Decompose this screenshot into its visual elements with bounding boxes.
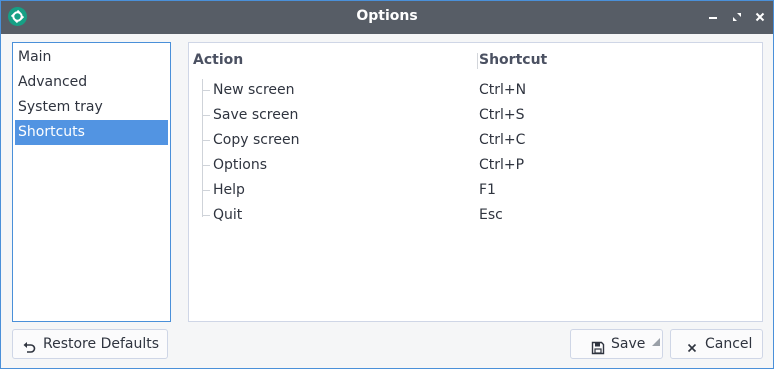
shortcut-action-options[interactable]: Options [213,154,267,176]
shortcut-key-save-screen[interactable]: Ctrl+S [479,104,525,126]
shortcut-action-new-screen[interactable]: New screen [213,79,295,101]
shortcut-key-quit[interactable]: Esc [479,204,503,226]
nav-item-shortcuts[interactable]: Shortcuts [15,120,168,145]
shortcut-key-options[interactable]: Ctrl+P [479,154,524,176]
cancel-label: Cancel [705,336,753,352]
shortcut-key-copy-screen[interactable]: Ctrl+C [479,129,525,151]
options-window: Options Main Advanced System tray Shortc… [0,0,774,369]
tree-branch-line [202,79,203,217]
nav-item-system-tray[interactable]: System tray [15,95,168,120]
tree-branch-tick [202,165,210,166]
column-header-shortcut[interactable]: Shortcut [479,52,547,68]
undo-arrow-icon [22,337,36,365]
floppy-disk-icon [591,337,605,365]
shortcut-key-new-screen[interactable]: Ctrl+N [479,79,526,101]
column-header-action[interactable]: Action [193,52,243,68]
tree-branch-tick [202,215,210,216]
restore-defaults-button[interactable]: Restore Defaults [12,329,168,359]
settings-nav-list: Main Advanced System tray Shortcuts [12,42,171,322]
shortcut-action-save-screen[interactable]: Save screen [213,104,298,126]
resize-grip-icon[interactable] [652,328,660,356]
minimize-icon[interactable] [703,7,723,27]
tree-branch-tick [202,140,210,141]
shortcut-action-help[interactable]: Help [213,179,245,201]
restore-defaults-label: Restore Defaults [43,336,160,352]
cancel-button[interactable]: Cancel [670,329,763,359]
shortcut-action-copy-screen[interactable]: Copy screen [213,129,300,151]
column-divider [477,53,478,69]
shortcut-key-help[interactable]: F1 [479,179,496,201]
x-icon [685,337,699,365]
title-bar[interactable]: Options [1,1,773,34]
close-icon[interactable] [750,7,770,27]
nav-item-advanced[interactable]: Advanced [15,70,168,95]
tree-branch-tick [202,190,210,191]
window-title: Options [356,8,418,24]
shortcut-action-quit[interactable]: Quit [213,204,242,226]
nav-item-main[interactable]: Main [15,45,168,70]
tree-branch-tick [202,115,210,116]
shortcuts-table: Action Shortcut New screen Ctrl+N Save s… [188,42,763,322]
save-label: Save [611,336,646,352]
tree-branch-tick [202,90,210,91]
save-button[interactable]: Save [570,329,663,359]
maximize-icon[interactable] [727,7,747,27]
